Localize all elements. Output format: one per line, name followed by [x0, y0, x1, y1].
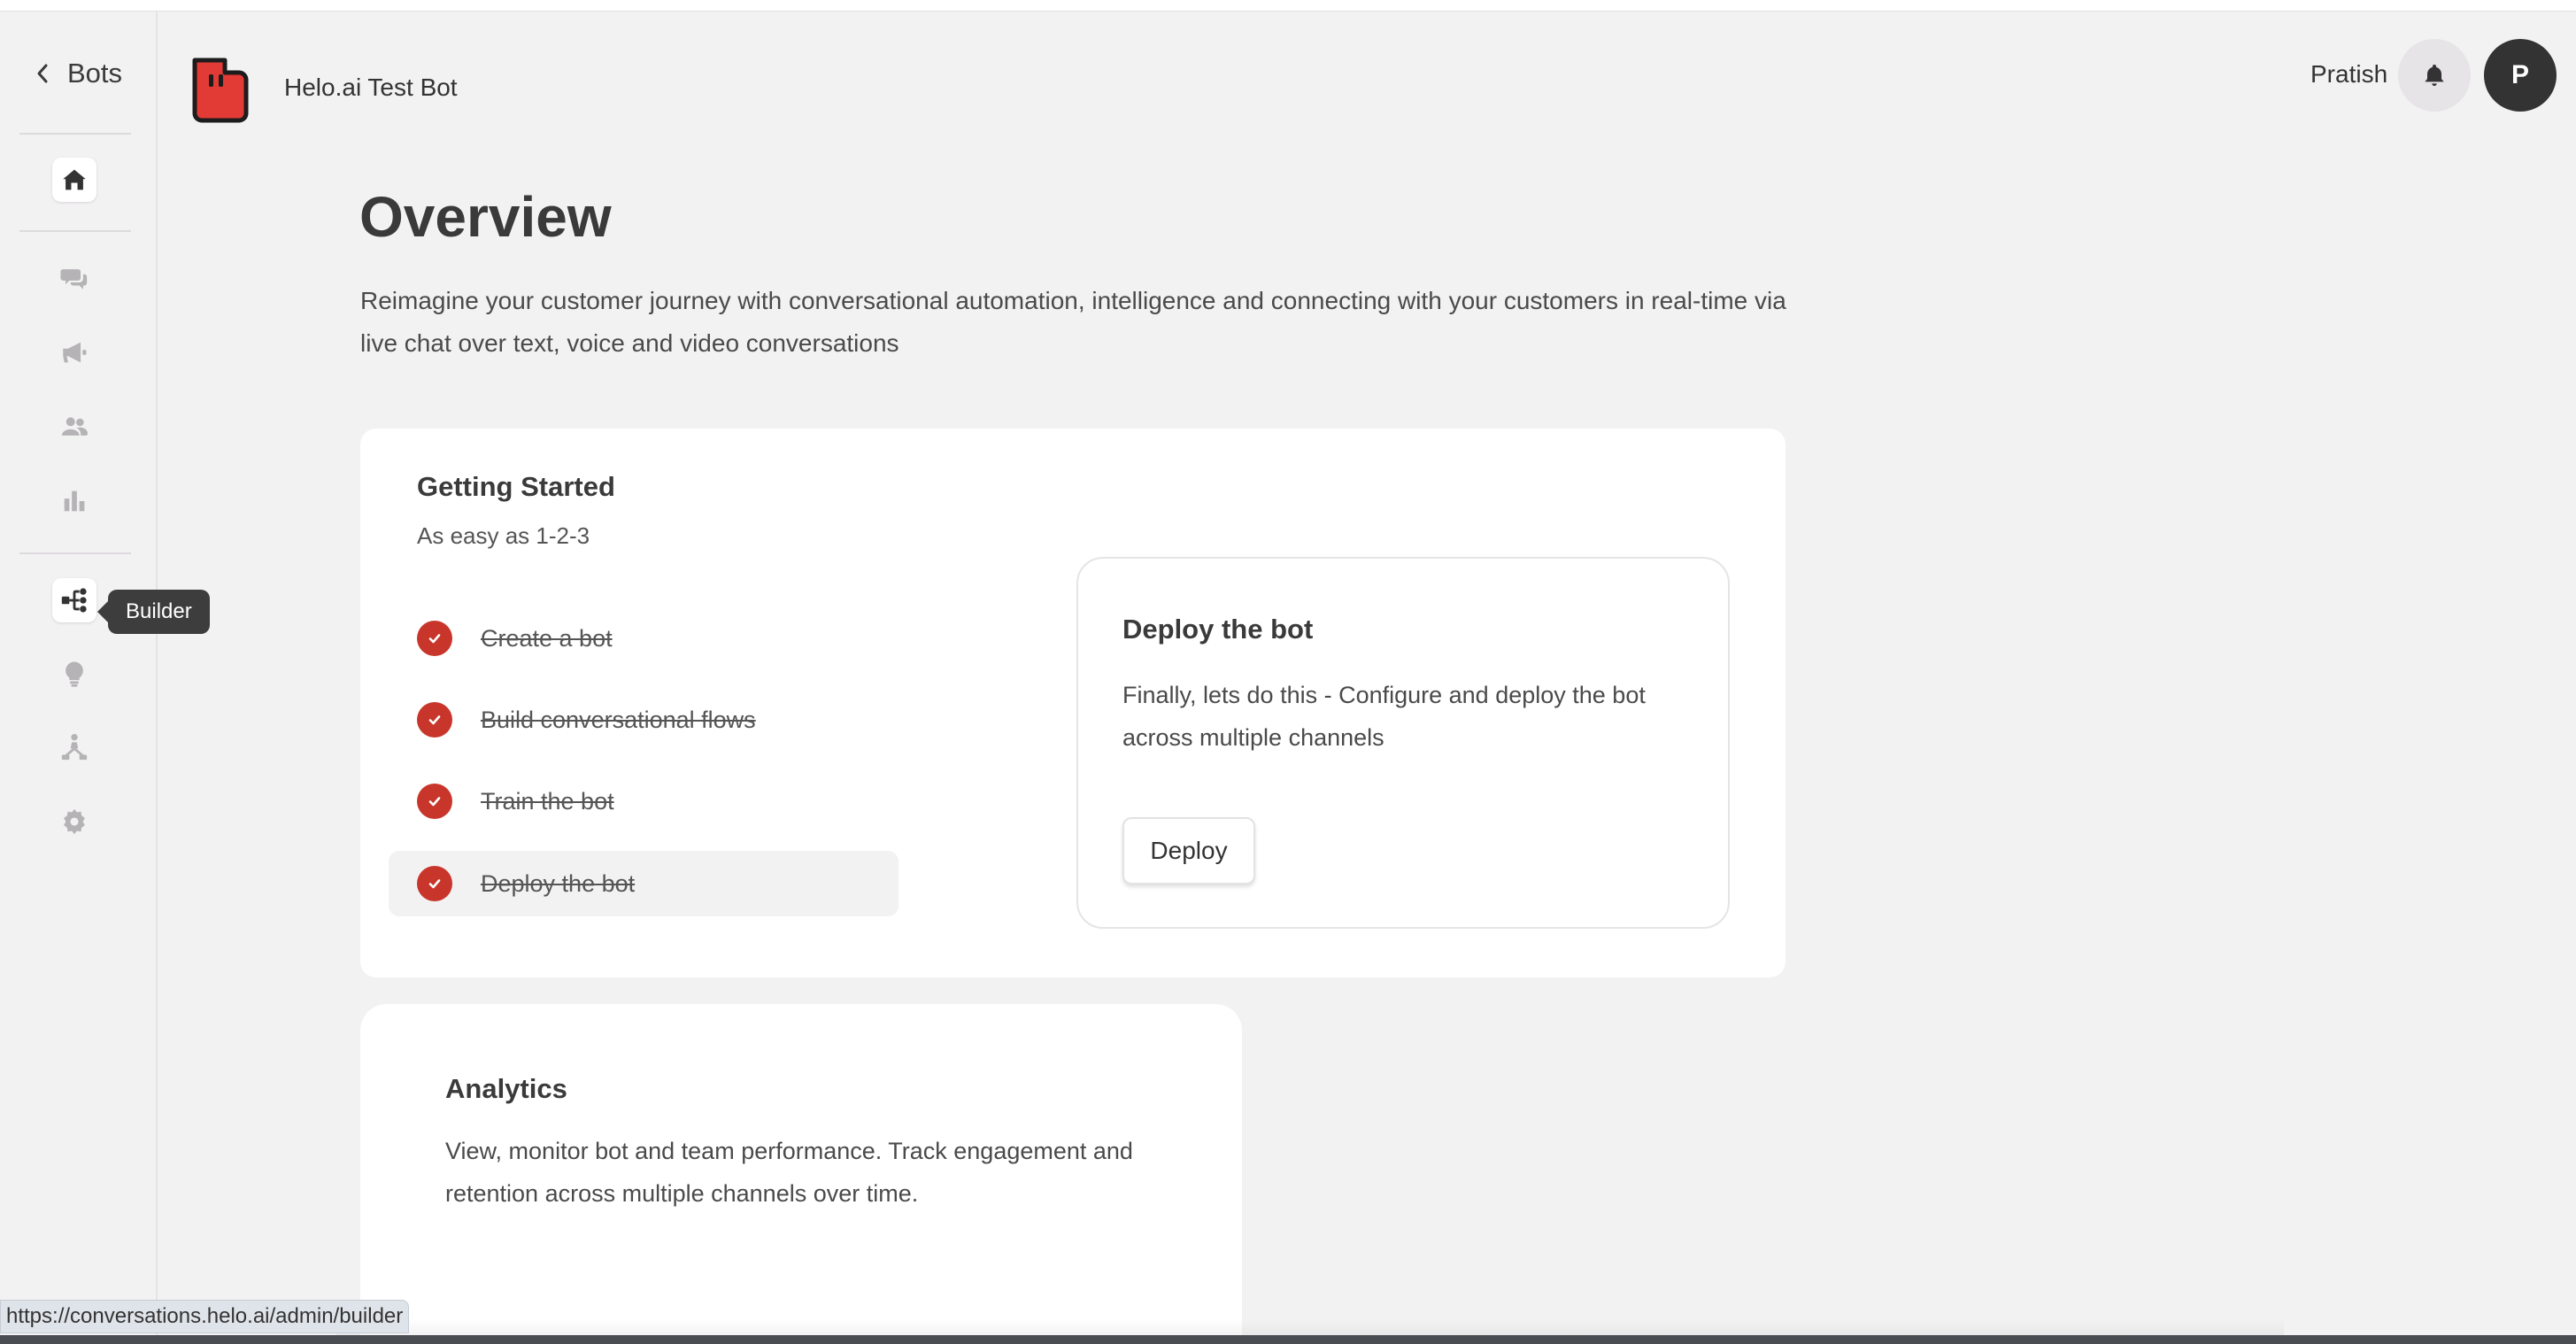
check-circle-icon [417, 784, 452, 819]
back-to-bots-link[interactable]: Bots [30, 58, 122, 89]
sidebar-item-analytics[interactable] [52, 479, 96, 523]
bell-icon [2425, 65, 2444, 86]
hierarchy-icon [61, 733, 88, 761]
sidebar-item-settings[interactable] [52, 799, 96, 844]
step-build-flows[interactable]: Build conversational flows [389, 687, 899, 753]
sidebar: Bots Builder [0, 12, 210, 1344]
chat-icon [60, 269, 88, 290]
builder-tooltip: Builder [97, 590, 210, 634]
step-label: Deploy the bot [481, 869, 636, 897]
sidebar-item-builder[interactable] [52, 578, 96, 622]
sidebar-item-organization[interactable] [52, 725, 96, 769]
sidebar-item-conversations[interactable] [52, 256, 96, 300]
check-circle-icon [417, 702, 452, 738]
back-label: Bots [67, 58, 123, 89]
step-deploy-bot[interactable]: Deploy the bot [389, 851, 899, 916]
analytics-description: View, monitor bot and team performance. … [445, 1138, 1133, 1207]
helo-logo [189, 55, 251, 124]
sidebar-divider [19, 552, 131, 554]
deploy-panel-description: Finally, lets do this - Configure and de… [1122, 682, 1646, 751]
browser-top-edge [0, 0, 2576, 12]
step-label: Build conversational flows [481, 706, 756, 733]
home-icon [63, 169, 86, 190]
check-circle-icon [417, 866, 452, 901]
notifications-button[interactable] [2398, 39, 2471, 112]
bot-name: Helo.ai Test Bot [284, 73, 458, 101]
settings-icon [64, 808, 85, 835]
avatar[interactable]: P [2484, 39, 2557, 112]
step-create-bot[interactable]: Create a bot [389, 606, 899, 671]
sidebar-divider [19, 133, 131, 135]
builder-flow-icon [61, 588, 87, 613]
users-icon [61, 417, 88, 436]
sidebar-item-insights[interactable] [52, 652, 96, 696]
bar-chart-icon [64, 490, 85, 512]
sidebar-item-home[interactable] [52, 158, 96, 202]
window-bottom-edge [0, 1335, 2576, 1344]
sidebar-item-contacts[interactable] [52, 405, 96, 449]
step-label: Train the bot [481, 787, 614, 815]
step-label: Create a bot [481, 624, 613, 652]
sidebar-divider [19, 230, 131, 232]
step-train-bot[interactable]: Train the bot [389, 769, 899, 834]
lightbulb-icon [66, 661, 83, 687]
deploy-button[interactable]: Deploy [1122, 817, 1255, 884]
analytics-card[interactable]: Analytics View, monitor bot and team per… [360, 1004, 1242, 1344]
chevron-left-icon [30, 61, 55, 86]
user-name: Pratish [2310, 60, 2388, 88]
getting-started-title: Getting Started [417, 471, 615, 502]
sidebar-item-campaigns[interactable] [52, 330, 96, 375]
getting-started-subtitle: As easy as 1-2-3 [417, 522, 590, 549]
page-description: Reimagine your customer journey with con… [360, 287, 1786, 357]
deploy-panel: Deploy the bot Finally, lets do this - C… [1076, 557, 1730, 929]
link-status-url: https://conversations.helo.ai/admin/buil… [0, 1300, 410, 1333]
analytics-title: Analytics [445, 1073, 567, 1104]
page-title: Overview [359, 185, 612, 249]
deploy-panel-title: Deploy the bot [1122, 614, 1314, 645]
check-circle-icon [417, 621, 452, 656]
megaphone-icon [63, 342, 87, 363]
getting-started-card: Getting Started As easy as 1-2-3 Create … [360, 429, 1785, 977]
